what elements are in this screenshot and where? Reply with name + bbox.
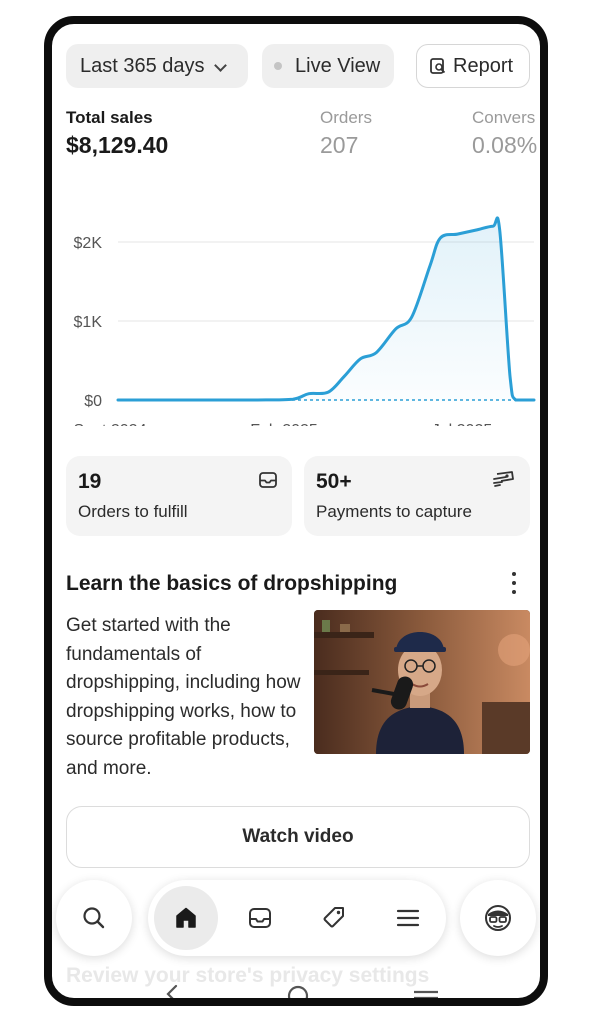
x-tick-label: Jul 2025 (432, 422, 493, 426)
recents-icon[interactable] (414, 990, 438, 998)
metric-value: $8,129.40 (66, 132, 169, 158)
more-options-icon[interactable] (506, 570, 522, 596)
card-number: 50+ (316, 470, 352, 493)
metrics-row: Total sales $8,129.40 Orders 207 Convers… (66, 108, 540, 160)
inbox-icon (249, 908, 271, 928)
metric-conversion[interactable]: Convers 0.08% (472, 108, 537, 159)
screen: Last 365 days Live View Report Total sal… (52, 24, 540, 998)
chevron-down-icon (215, 61, 225, 71)
nav-orders-button[interactable] (246, 904, 274, 932)
orders-to-fulfill-card[interactable]: 19 Orders to fulfill (66, 456, 292, 536)
system-nav (166, 984, 438, 998)
presenter-image (314, 610, 530, 754)
phone-frame: Last 365 days Live View Report Total sal… (44, 16, 548, 1006)
nav-home-button[interactable] (154, 886, 218, 950)
metric-label: Convers (472, 108, 536, 127)
x-tick-label: Feb 2025 (250, 422, 318, 426)
metric-value: 207 (320, 132, 359, 158)
metric-orders[interactable]: Orders 207 (320, 108, 372, 159)
y-tick-label: $1K (74, 314, 103, 331)
live-view-button[interactable]: Live View (262, 44, 394, 88)
search-icon (83, 907, 105, 929)
menu-icon (396, 909, 420, 927)
nav-account-button[interactable] (460, 880, 536, 956)
metric-label: Total sales (66, 108, 153, 127)
report-icon (430, 58, 446, 74)
video-thumbnail[interactable] (314, 610, 530, 754)
home-icon (176, 907, 196, 928)
back-icon[interactable] (166, 984, 178, 998)
sales-area (118, 217, 534, 400)
live-view-label: Live View (295, 54, 381, 77)
y-tick-label: $2K (74, 235, 103, 252)
metric-label: Orders (320, 108, 372, 127)
date-range-button[interactable]: Last 365 days (66, 44, 248, 88)
avatar-icon (485, 905, 511, 931)
report-button[interactable]: Report (416, 44, 530, 88)
toolbar: Last 365 days Live View Report (66, 44, 540, 88)
inbox-icon (259, 472, 277, 488)
tag-icon (323, 907, 344, 928)
payments-to-capture-card[interactable]: 50+ Payments to capture (304, 456, 530, 536)
report-label: Report (453, 54, 514, 77)
bottom-nav-bar (148, 880, 446, 956)
card-label: Orders to fulfill (78, 502, 188, 521)
nav-menu-button[interactable] (394, 904, 422, 932)
learn-title: Learn the basics of dropshipping (66, 572, 398, 595)
x-tick-label: Sept 2024 (74, 422, 147, 426)
card-label: Payments to capture (316, 502, 472, 521)
watch-video-button[interactable]: Watch video (66, 806, 530, 868)
date-range-label: Last 365 days (80, 54, 205, 77)
nav-products-button[interactable] (320, 904, 348, 932)
card-number: 19 (78, 470, 102, 493)
cash-icon (493, 471, 514, 487)
live-dot-icon (274, 62, 282, 70)
metric-total-sales[interactable]: Total sales $8,129.40 (66, 108, 168, 159)
sales-chart: $2K $1K $0 Sept 2024 Feb 2025 Jul 2025 (74, 216, 536, 426)
home-circle-icon[interactable] (287, 985, 309, 998)
nav-search-button[interactable] (56, 880, 132, 956)
y-tick-label: $0 (84, 393, 102, 410)
metric-value: 0.08% (472, 132, 538, 158)
learn-description: Get started with the fundamentals of dro… (66, 615, 301, 779)
